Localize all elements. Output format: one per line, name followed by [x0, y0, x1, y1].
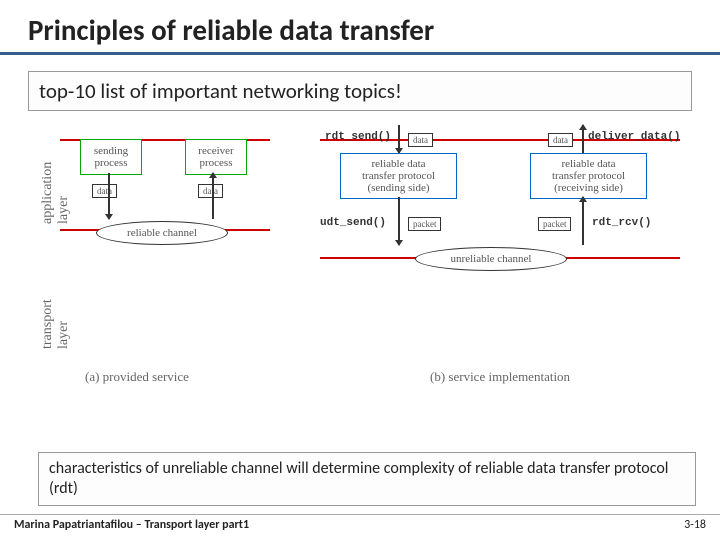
- footer-page-number: 3-18: [684, 518, 706, 540]
- arrow-rdt-rcv: [582, 197, 584, 245]
- func-deliver-data: deliver_data(): [588, 131, 680, 143]
- caption-a: (a) provided service: [85, 369, 189, 385]
- slide-title: Principles of reliable data transfer: [0, 0, 720, 52]
- label-data-b-left: data: [408, 133, 433, 147]
- side-label-application: application layer: [40, 162, 72, 224]
- label-data-a-left: data: [92, 184, 117, 198]
- title-underline: [0, 52, 720, 55]
- arrow-a-up: [212, 173, 214, 219]
- func-rdt-rcv: rdt_rcv(): [592, 217, 651, 229]
- box-receiver-process: receiver process: [185, 139, 247, 175]
- label-data-a-right: data: [198, 184, 223, 198]
- arrow-deliver: [582, 125, 584, 153]
- label-packet-left: packet: [408, 217, 441, 231]
- arrow-rdt-send: [398, 125, 400, 153]
- box-reliable-recv: reliable data transfer protocol (receivi…: [530, 153, 647, 199]
- label-packet-right: packet: [538, 217, 571, 231]
- footer-author: Marina Papatriantafilou – Transport laye…: [14, 518, 249, 540]
- oval-unreliable-channel: unreliable channel: [415, 247, 567, 271]
- side-label-transport: transport layer: [40, 299, 72, 349]
- label-data-b-right: data: [548, 133, 573, 147]
- diagram: application layer transport layer sendin…: [20, 129, 700, 399]
- subtitle-box: top-10 list of important networking topi…: [28, 71, 692, 111]
- bottom-text-box: characteristics of unreliable channel wi…: [38, 452, 696, 506]
- arrow-udt-send: [398, 197, 400, 245]
- box-reliable-send: reliable data transfer protocol (sending…: [340, 153, 457, 199]
- oval-reliable-channel: reliable channel: [96, 221, 228, 245]
- box-sending-process: sending process: [80, 139, 142, 175]
- footer: Marina Papatriantafilou – Transport laye…: [0, 514, 720, 540]
- func-udt-send: udt_send(): [320, 217, 386, 229]
- arrow-a-down: [108, 173, 110, 219]
- caption-b: (b) service implementation: [430, 369, 570, 385]
- func-rdt-send: rdt_send(): [325, 131, 391, 143]
